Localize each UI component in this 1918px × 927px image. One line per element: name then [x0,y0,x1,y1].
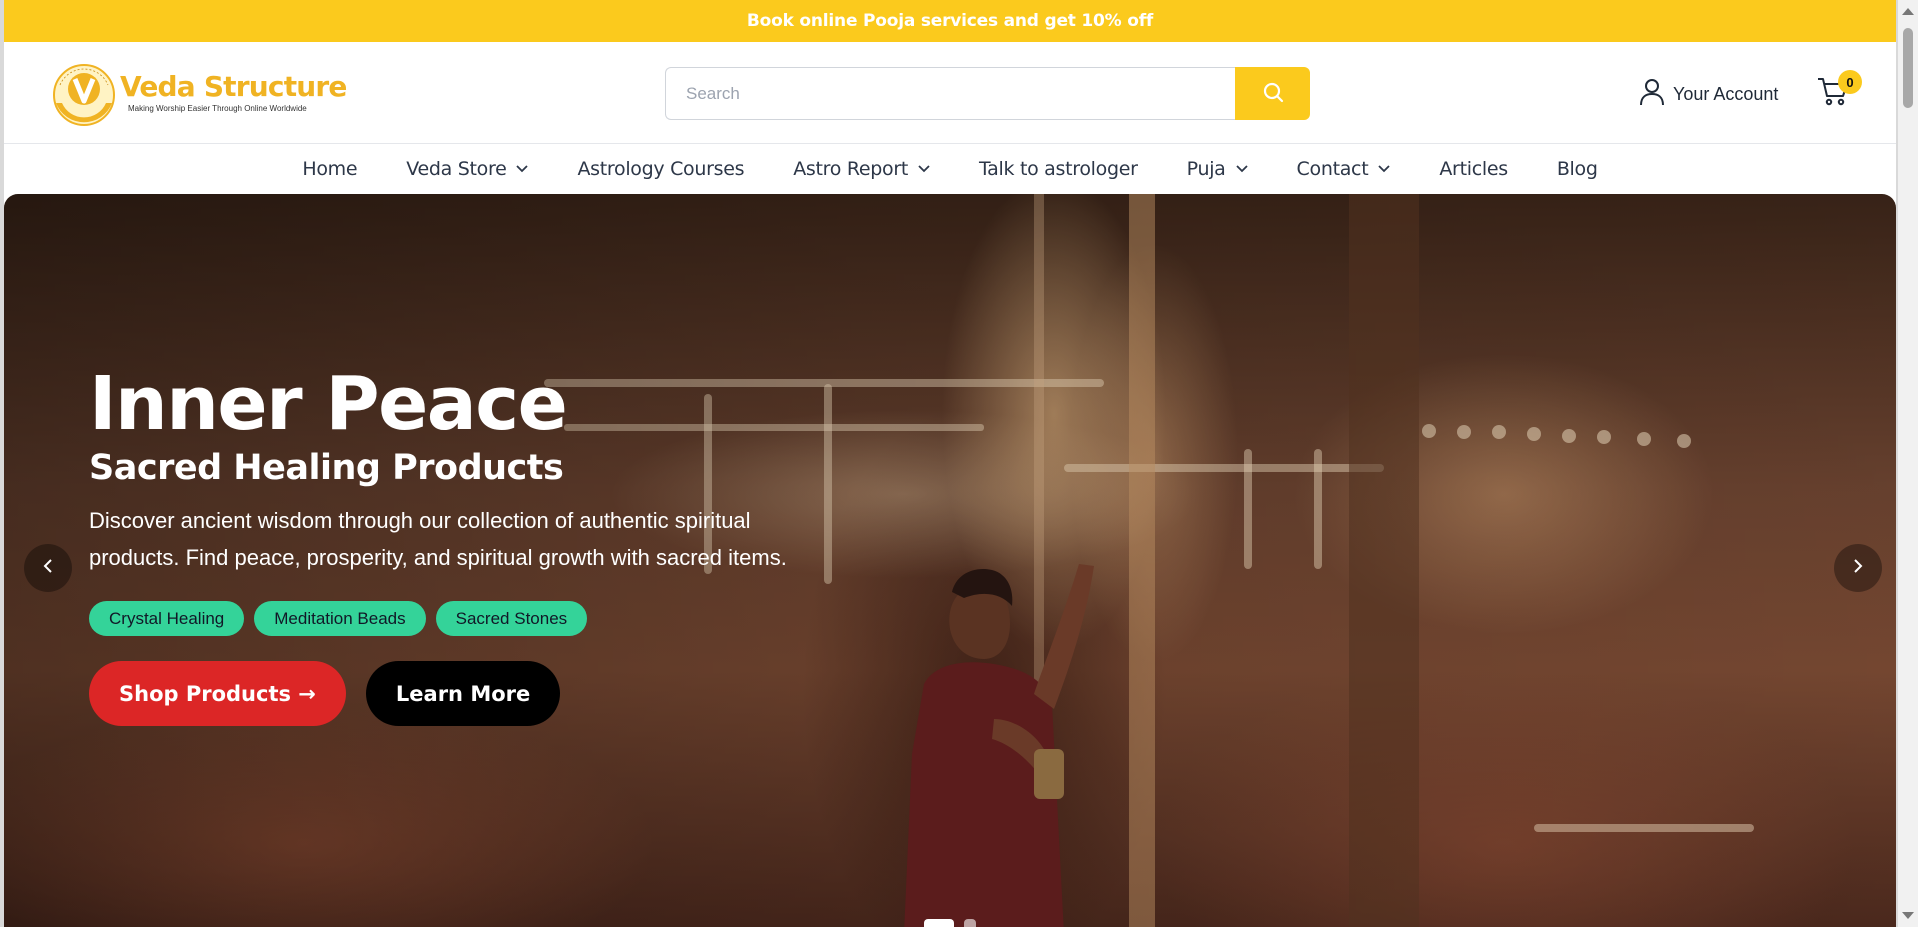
tag-crystal-healing: Crystal Healing [89,601,245,636]
carousel-dot-2[interactable] [964,919,976,927]
cart-button[interactable]: 0 [1816,70,1862,114]
promo-banner[interactable]: Book online Pooja services and get 10% o… [4,0,1896,42]
tag-sacred-stones: Sacred Stones [435,601,588,636]
scroll-down-arrow-icon[interactable] [1902,912,1914,919]
account-link[interactable]: Your Account [1639,78,1778,111]
hero-title: Inner Peace [89,361,568,447]
search-button[interactable] [1235,67,1310,120]
account-label: Your Account [1673,84,1779,104]
page-scrollbar[interactable] [1898,0,1918,927]
promo-text[interactable]: Book online Pooja services and get 10% o… [747,11,1153,31]
hero-carousel: Inner Peace Sacred Healing Products Disc… [4,194,1896,927]
search-input[interactable] [665,67,1235,120]
learn-more-button[interactable]: Learn More [365,661,561,726]
cart-count-badge: 0 [1838,70,1862,94]
hero-content: Inner Peace Sacred Healing Products Disc… [89,364,849,726]
nav-item-articles[interactable]: Articles [1415,158,1532,180]
nav-item-astrology-courses[interactable]: Astrology Courses [553,158,769,180]
chevron-left-icon [42,558,54,579]
nav-item-puja[interactable]: Puja [1162,158,1272,180]
nav-item-talk-to-astrologer[interactable]: Talk to astrologer [955,158,1163,180]
nav-label: Puja [1186,158,1226,180]
chevron-down-icon [918,165,930,173]
scroll-up-arrow-icon[interactable] [1902,8,1914,15]
hero-description: Discover ancient wisdom through our coll… [89,508,787,570]
nav-item-home[interactable]: Home [278,158,382,180]
chevron-down-icon [1378,165,1390,173]
hero-tags: Crystal Healing Meditation Beads Sacred … [89,601,849,636]
logo-emblem-icon [46,59,122,131]
site-header: Veda Structure Making Worship Easier Thr… [4,42,1896,144]
nav-item-blog[interactable]: Blog [1532,158,1622,180]
nav-label: Articles [1439,158,1508,180]
hero-subtitle: Sacred Healing Products [89,448,564,488]
nav-label: Veda Store [406,158,507,180]
search-icon [1261,80,1285,107]
nav-item-veda-store[interactable]: Veda Store [382,158,553,180]
nav-label: Talk to astrologer [979,158,1138,180]
user-icon [1639,78,1665,111]
search-bar [665,67,1310,120]
nav-label: Blog [1556,158,1598,180]
tag-meditation-beads: Meditation Beads [254,601,426,636]
chevron-right-icon [1852,558,1864,579]
logo[interactable]: Veda Structure Making Worship Easier Thr… [46,59,347,131]
carousel-prev-button[interactable] [24,544,72,592]
scrollbar-thumb[interactable] [1903,28,1913,108]
main-nav: Home Veda Store Astrology Courses Astro … [4,144,1896,194]
nav-item-astro-report[interactable]: Astro Report [769,158,955,180]
carousel-next-button[interactable] [1834,544,1882,592]
chevron-down-icon [1235,165,1248,173]
person-figure-image [904,564,1094,927]
hero-ctas: Shop Products → Learn More [89,661,849,726]
brand-name: Veda Structure [120,69,347,103]
nav-label: Contact [1296,158,1369,180]
nav-label: Home [302,158,358,180]
nav-label: Astro Report [793,158,909,180]
shop-products-button[interactable]: Shop Products → [89,661,346,726]
nav-label: Astrology Courses [577,158,745,180]
cart-icon [1816,78,1850,112]
carousel-dots [924,919,976,927]
carousel-dot-1[interactable] [924,919,954,927]
brand-tagline: Making Worship Easier Through Online Wor… [128,103,307,113]
nav-item-contact[interactable]: Contact [1272,158,1415,180]
chevron-down-icon [516,165,529,173]
browser-viewport: Book online Pooja services and get 10% o… [0,0,1898,927]
